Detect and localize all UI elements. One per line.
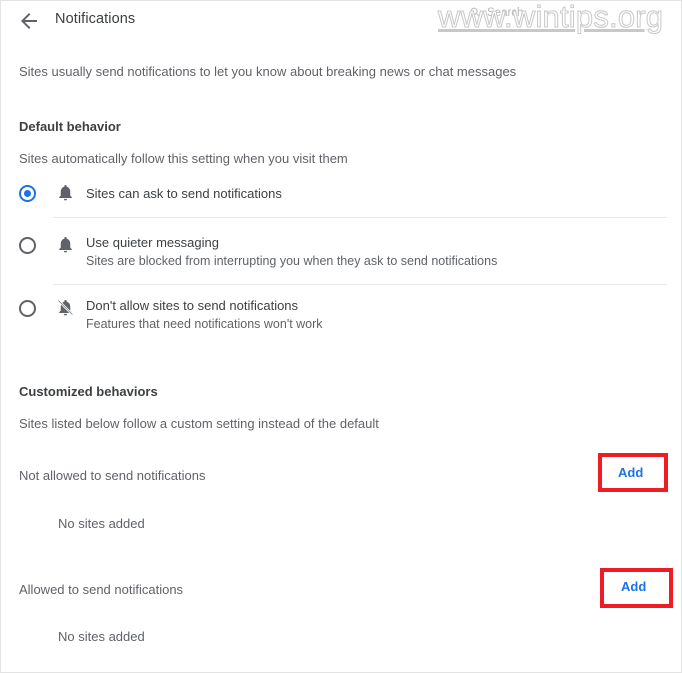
group-label: Allowed to send notifications [19, 582, 184, 597]
radio-option-text: Don't allow sites to send notifications … [86, 296, 323, 334]
radio-option-sites-can-ask[interactable]: Sites can ask to send notifications [1, 177, 681, 213]
bell-icon [56, 235, 75, 254]
add-not-allowed-button[interactable]: Add [618, 465, 643, 480]
radio-option-description: Sites are blocked from interrupting you … [86, 254, 498, 268]
radio-option-description: Features that need notifications won't w… [86, 317, 323, 331]
radio-option-quieter-messaging[interactable]: Use quieter messaging Sites are blocked … [1, 229, 681, 277]
group-not-allowed: Not allowed to send notifications Add [1, 456, 681, 496]
radio-button[interactable] [19, 185, 36, 202]
customized-behaviors-title: Customized behaviors [19, 384, 158, 399]
group-allowed: Allowed to send notifications Add [1, 570, 681, 610]
add-allowed-button[interactable]: Add [621, 579, 646, 594]
bell-off-icon [56, 298, 75, 317]
divider [53, 284, 667, 285]
back-arrow-icon[interactable] [17, 9, 41, 33]
default-behavior-subtitle: Sites automatically follow this setting … [19, 151, 348, 166]
radio-option-text: Use quieter messaging Sites are blocked … [86, 233, 497, 271]
empty-state-not-allowed: No sites added [58, 516, 145, 531]
intro-description: Sites usually send notifications to let … [19, 64, 517, 79]
search-input[interactable]: Search [469, 6, 523, 19]
page-header: Notifications Search www.wintips.org [1, 1, 681, 47]
page-title: Notifications [55, 11, 136, 27]
search-icon [469, 6, 482, 19]
empty-state-allowed: No sites added [58, 629, 145, 644]
radio-button[interactable] [19, 237, 36, 254]
radio-option-label: Don't allow sites to send notifications [86, 298, 299, 313]
search-placeholder: Search [487, 6, 524, 19]
radio-option-label: Sites can ask to send notifications [86, 186, 282, 201]
radio-button[interactable] [19, 300, 36, 317]
group-label: Not allowed to send notifications [19, 468, 206, 483]
divider [53, 217, 667, 218]
radio-option-dont-allow[interactable]: Don't allow sites to send notifications … [1, 292, 681, 340]
bell-icon [56, 183, 75, 202]
notifications-settings-page: Notifications Search www.wintips.org Sit… [0, 0, 682, 673]
radio-option-text: Sites can ask to send notifications [86, 184, 282, 203]
customized-behaviors-subtitle: Sites listed below follow a custom setti… [19, 416, 379, 431]
radio-option-label: Use quieter messaging [86, 235, 219, 250]
default-behavior-title: Default behavior [19, 119, 121, 134]
